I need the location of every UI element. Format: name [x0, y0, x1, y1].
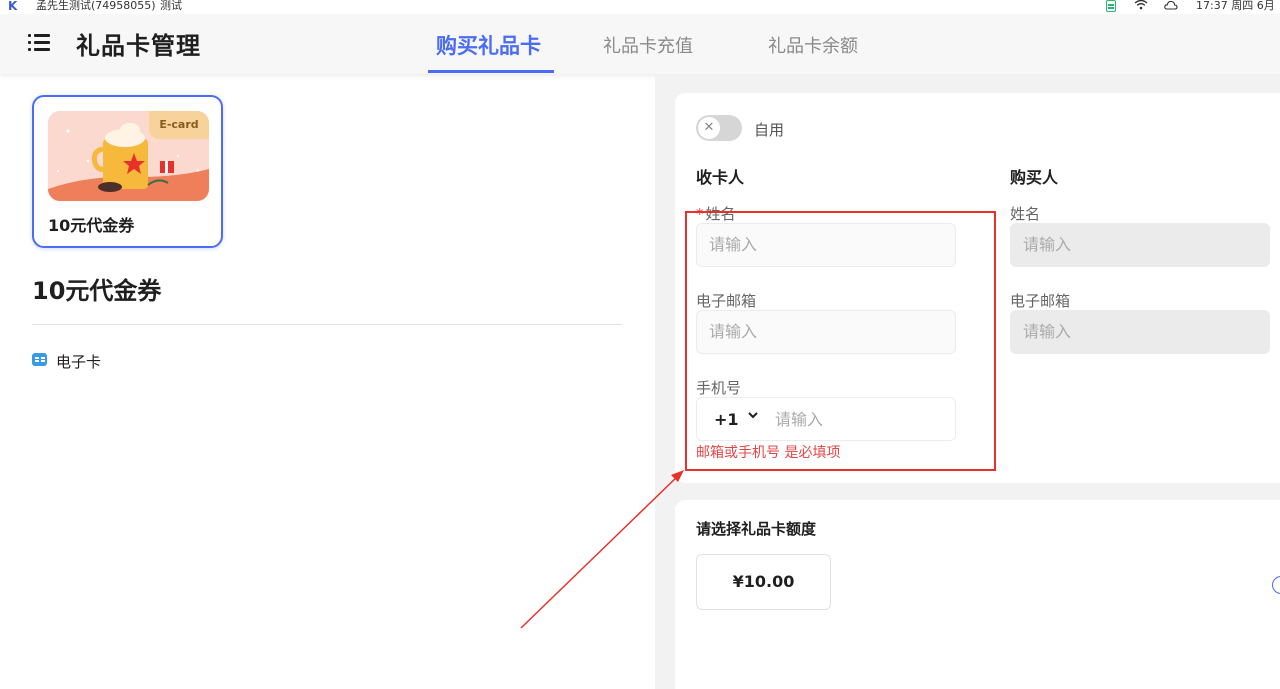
amount-title: 请选择礼品卡额度 [696, 520, 817, 538]
annotation-highlight-box [685, 211, 996, 471]
tab-gift-card-balance[interactable]: 礼品卡余额 [768, 32, 858, 58]
app-header: 礼品卡管理 购买礼品卡 礼品卡充值 礼品卡余额 [0, 14, 1280, 74]
wifi-icon [1134, 0, 1148, 14]
buyer-name-input [1010, 223, 1270, 267]
divider [32, 324, 622, 325]
status-bar: K 孟先生测试(74958055) 测试 17:37 周四 6月 [0, 0, 1280, 14]
card-type-icon [32, 353, 47, 366]
status-clock: 17:37 周四 6月 [1196, 0, 1275, 12]
buyer-name-label: 姓名 [1010, 205, 1041, 223]
tab-gift-card-recharge[interactable]: 礼品卡充值 [603, 32, 693, 58]
amount-option[interactable]: ¥10.00 [696, 554, 831, 610]
gift-card-name: 10元代金券 [48, 216, 135, 235]
environment-tag: 测试 [160, 0, 182, 12]
recipient-heading: 收卡人 [696, 168, 745, 187]
tab-buy-gift-card[interactable]: 购买礼品卡 [436, 30, 541, 60]
account-name: 孟先生测试(74958055) [36, 0, 156, 12]
menu-icon[interactable] [28, 34, 52, 52]
gift-card-item[interactable]: E-card 10元代金券 [32, 95, 223, 248]
buyer-email-input [1010, 310, 1270, 354]
self-use-toggle[interactable]: ✕ [696, 115, 742, 141]
buyer-email-label: 电子邮箱 [1010, 292, 1071, 310]
selected-card-title: 10元代金券 [32, 277, 162, 305]
active-tab-indicator [428, 70, 554, 73]
app-logo-icon: K [8, 0, 18, 13]
close-icon: ✕ [698, 117, 720, 139]
gift-card-image: E-card [48, 111, 209, 201]
self-use-label: 自用 [754, 121, 785, 139]
ecard-badge: E-card [149, 111, 209, 139]
cloud-icon [1164, 0, 1178, 14]
buyer-heading: 购买人 [1010, 168, 1059, 187]
battery-icon [1106, 0, 1116, 12]
card-type-label: 电子卡 [56, 353, 102, 371]
page-title: 礼品卡管理 [76, 32, 201, 60]
